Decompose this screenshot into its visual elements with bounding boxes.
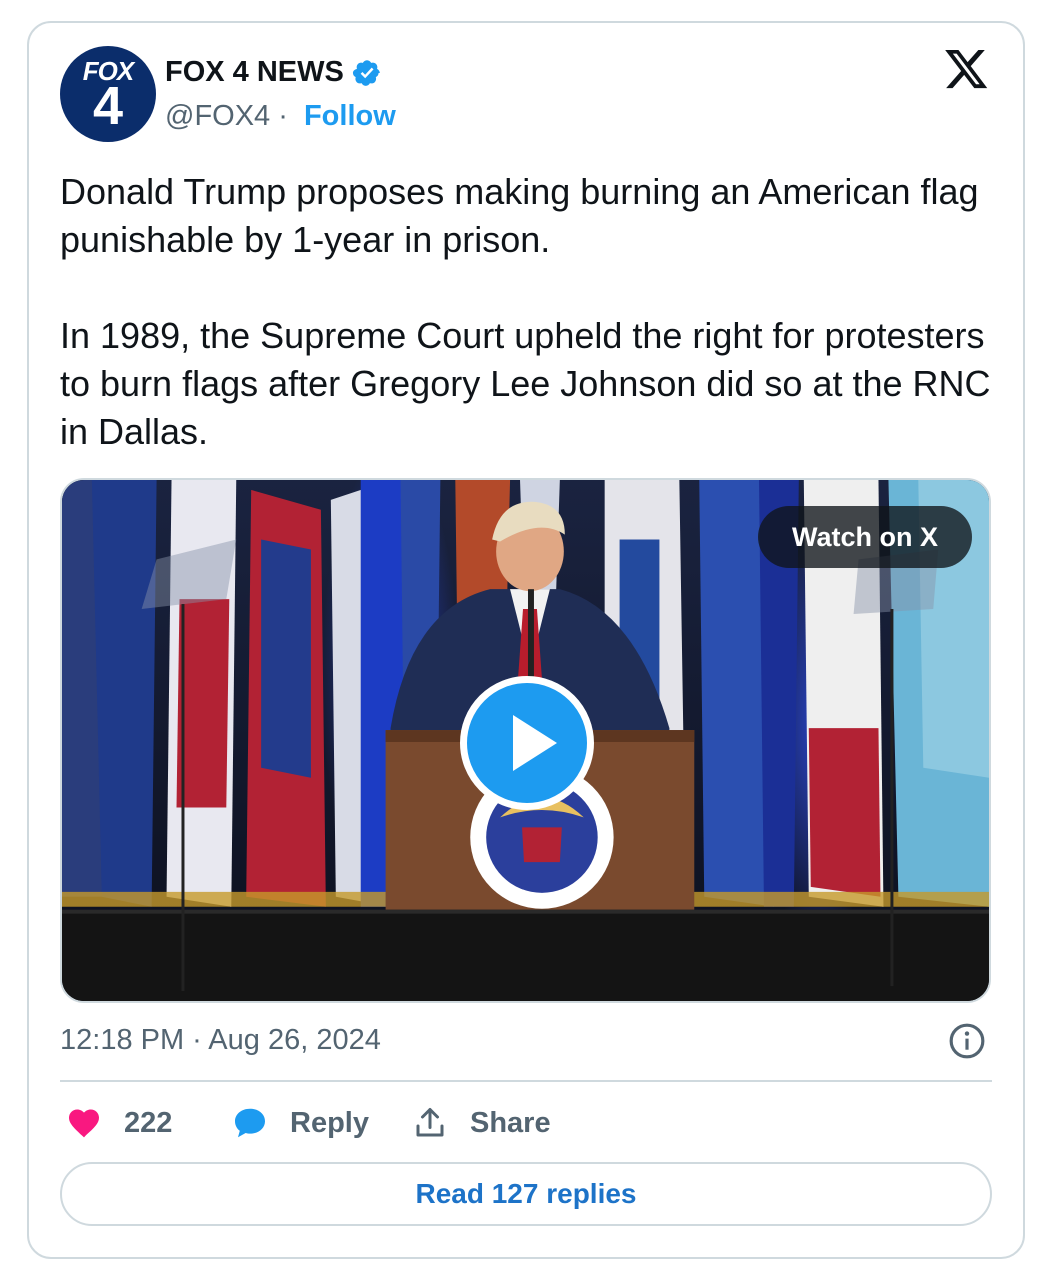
reply-bubble-icon [235, 1108, 265, 1138]
divider [60, 1080, 992, 1082]
author-name-row[interactable]: FOX 4 NEWS [165, 56, 382, 89]
follow-button[interactable]: Follow [304, 100, 396, 133]
heart-icon [69, 1109, 99, 1138]
author-handle[interactable]: @FOX4 [165, 100, 270, 133]
avatar-text-bottom: 4 [92, 76, 124, 136]
read-replies-button[interactable]: Read 127 replies [60, 1162, 992, 1226]
tweet-paragraph: Donald Trump proposes making burning an … [60, 171, 979, 260]
like-button[interactable]: 222 [66, 1102, 172, 1144]
handle-separator: · [270, 100, 296, 132]
tweet-text: Donald Trump proposes making burning an … [60, 168, 1000, 456]
author-name[interactable]: FOX 4 NEWS [165, 56, 344, 89]
video-thumbnail[interactable]: Watch on X [60, 478, 991, 1003]
like-count: 222 [124, 1106, 173, 1139]
watch-on-x-button[interactable]: Watch on X [758, 506, 972, 568]
reply-label: Reply [290, 1106, 369, 1139]
play-icon[interactable] [460, 676, 594, 810]
play-triangle [513, 715, 557, 771]
x-logo-icon[interactable] [945, 50, 989, 90]
author-handle-line: @FOX4 · Follow [165, 100, 396, 133]
share-upload-icon [416, 1108, 444, 1137]
author-avatar[interactable]: FOX 4 [60, 46, 156, 142]
share-label: Share [470, 1106, 551, 1139]
share-button[interactable]: Share [412, 1102, 551, 1144]
verified-badge-icon [352, 59, 380, 86]
tweet-timestamp[interactable]: 12:18 PM · Aug 26, 2024 [60, 1024, 381, 1057]
tweet-paragraph: In 1989, the Supreme Court upheld the ri… [60, 315, 991, 452]
info-icon[interactable] [948, 1022, 986, 1060]
reply-button[interactable]: Reply [232, 1102, 369, 1144]
